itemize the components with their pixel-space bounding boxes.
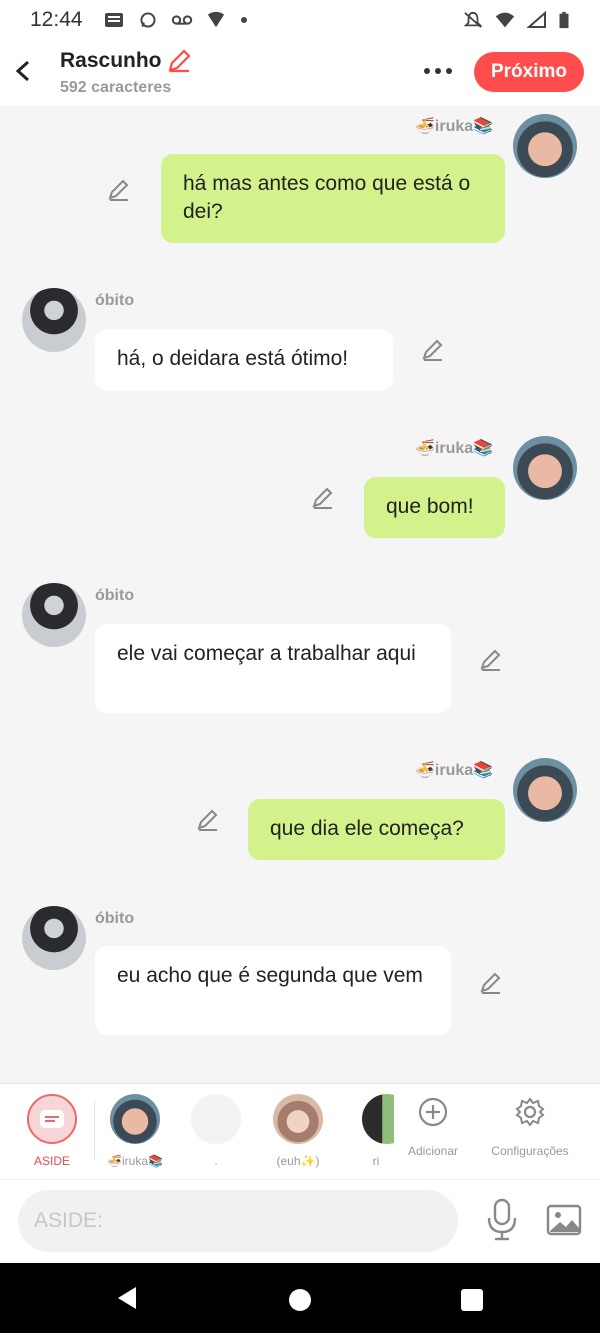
character-label: 🍜iruka📚 — [107, 1154, 163, 1168]
settings-button[interactable]: Configurações — [480, 1094, 580, 1158]
chat-messages: 🍜iruka📚 há mas antes como que está o dei… — [0, 106, 600, 1083]
avatar — [110, 1094, 160, 1144]
system-nav-bar — [0, 1263, 600, 1333]
vpn-icon — [207, 11, 224, 28]
character-label: (euh✨) — [276, 1154, 320, 1168]
image-icon[interactable] — [546, 1202, 582, 1238]
avatar[interactable] — [22, 906, 86, 970]
message-input[interactable] — [18, 1190, 458, 1252]
notification-icons — [103, 11, 249, 29]
character-bar: ASIDE 🍜iruka📚 . (euh✨) ri Adicionar Conf… — [0, 1083, 600, 1179]
gear-icon — [515, 1097, 545, 1127]
system-icons — [462, 11, 570, 29]
battery-icon — [559, 11, 569, 29]
avatar — [191, 1094, 241, 1144]
edit-message-icon[interactable] — [195, 808, 221, 834]
message-bubble[interactable]: que bom! — [364, 477, 505, 538]
sender-name: óbito — [95, 910, 135, 927]
message-bubble[interactable]: eu acho que é segunda que vem — [95, 946, 451, 1035]
edit-message-icon[interactable] — [420, 338, 446, 364]
sender-name: 🍜iruka📚 — [415, 440, 494, 457]
add-character-button[interactable]: Adicionar — [389, 1094, 477, 1158]
dot — [424, 68, 430, 74]
more-options-icon[interactable] — [420, 54, 456, 88]
whatsapp-icon — [140, 12, 156, 28]
character-iruka[interactable]: 🍜iruka📚 — [91, 1094, 179, 1168]
next-button[interactable]: Próximo — [474, 52, 584, 92]
character-count: 592 caracteres — [60, 79, 172, 96]
status-bar: 12:44 — [0, 0, 600, 40]
edit-message-icon[interactable] — [478, 971, 504, 997]
character-euh[interactable]: (euh✨) — [254, 1094, 342, 1168]
message-bubble[interactable]: ele vai começar a trabalhar aqui — [95, 624, 451, 713]
avatar[interactable] — [22, 583, 86, 647]
nav-home-icon[interactable] — [289, 1289, 311, 1311]
back-arrow-icon[interactable] — [10, 54, 36, 88]
character-label: Adicionar — [407, 1144, 459, 1158]
message-bubble[interactable]: há, o deidara está ótimo! — [95, 329, 393, 391]
character-dot[interactable]: . — [172, 1094, 260, 1168]
edit-message-icon[interactable] — [310, 486, 336, 512]
character-label: . — [214, 1154, 218, 1168]
mute-icon — [463, 11, 483, 28]
message-bubble[interactable]: há mas antes como que está o dei? — [161, 154, 505, 243]
input-bar — [0, 1179, 600, 1263]
status-time: 12:44 — [30, 8, 83, 31]
nav-back-icon[interactable] — [114, 1285, 140, 1311]
avatar[interactable] — [513, 758, 577, 822]
edit-message-icon[interactable] — [478, 648, 504, 674]
sender-name: óbito — [95, 292, 135, 309]
edit-title-icon[interactable] — [166, 48, 192, 74]
avatar[interactable] — [513, 436, 577, 500]
voicemail-icon — [171, 15, 192, 25]
title-row: Rascunho — [60, 48, 192, 74]
dot — [435, 68, 441, 74]
avatar — [273, 1094, 323, 1144]
news-icon — [104, 13, 123, 27]
avatar[interactable] — [22, 288, 86, 352]
sender-name: óbito — [95, 587, 135, 604]
nav-recents-icon[interactable] — [461, 1289, 483, 1311]
app-header: Rascunho 592 caracteres Próximo — [0, 40, 600, 106]
character-aside[interactable]: ASIDE — [8, 1094, 96, 1168]
wifi-icon — [495, 12, 515, 28]
dot — [446, 68, 452, 74]
add-icon — [418, 1097, 448, 1127]
character-label: ASIDE — [33, 1154, 70, 1168]
page-title: Rascunho — [60, 49, 162, 72]
microphone-icon[interactable] — [484, 1198, 520, 1242]
sender-name: 🍜iruka📚 — [415, 762, 494, 779]
avatar[interactable] — [513, 114, 577, 178]
chat-screen: 12:44 Rascunho 592 caracteres Próximo 🍜i… — [0, 0, 600, 1333]
edit-message-icon[interactable] — [106, 178, 132, 204]
dot-icon — [240, 17, 247, 23]
aside-chat-icon — [27, 1094, 77, 1144]
character-label: Configurações — [491, 1144, 569, 1158]
sender-name: 🍜iruka📚 — [415, 118, 494, 135]
signal-icon — [526, 11, 546, 28]
message-bubble[interactable]: que dia ele começa? — [248, 799, 505, 860]
